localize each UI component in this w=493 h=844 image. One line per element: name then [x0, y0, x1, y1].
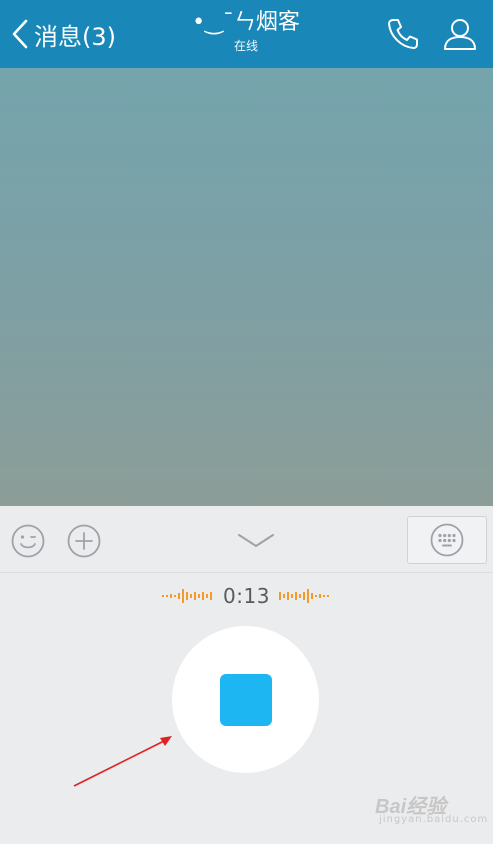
contact-status: 在线 — [233, 39, 258, 53]
plus-circle-icon[interactable] — [66, 523, 102, 559]
phone-icon[interactable] — [382, 14, 422, 54]
person-icon[interactable] — [440, 14, 480, 54]
stop-icon — [220, 674, 272, 726]
back-label: 消息(3) — [34, 22, 116, 51]
chevron-left-icon — [12, 19, 28, 49]
keyboard-icon — [430, 523, 464, 557]
watermark-url: jingyan.baidu.com — [379, 814, 489, 825]
annotation-arrow-icon — [73, 736, 172, 787]
message-area[interactable] — [0, 68, 493, 506]
recording-timer-row: 0:13 — [0, 580, 493, 612]
contact-name: •‿¯ㄣ烟客 — [192, 10, 300, 35]
chevron-down-icon[interactable] — [236, 530, 276, 550]
toolbar-divider — [0, 572, 493, 573]
keyboard-toggle-button[interactable] — [407, 516, 487, 564]
emoji-icon[interactable] — [10, 523, 46, 559]
back-button[interactable]: 消息(3) — [10, 14, 116, 54]
sound-wave-right-icon — [278, 589, 329, 603]
contact-title: •‿¯ㄣ烟客 在线 — [146, 8, 346, 54]
sound-wave-left-icon — [162, 589, 213, 603]
baidu-jingyan-watermark: Bai经验 jingyan.baidu.com — [375, 790, 487, 830]
recording-timer: 0:13 — [223, 584, 270, 608]
stop-recording-button[interactable] — [172, 626, 319, 773]
chat-header: 消息(3) •‿¯ㄣ烟客 在线 — [0, 0, 493, 68]
